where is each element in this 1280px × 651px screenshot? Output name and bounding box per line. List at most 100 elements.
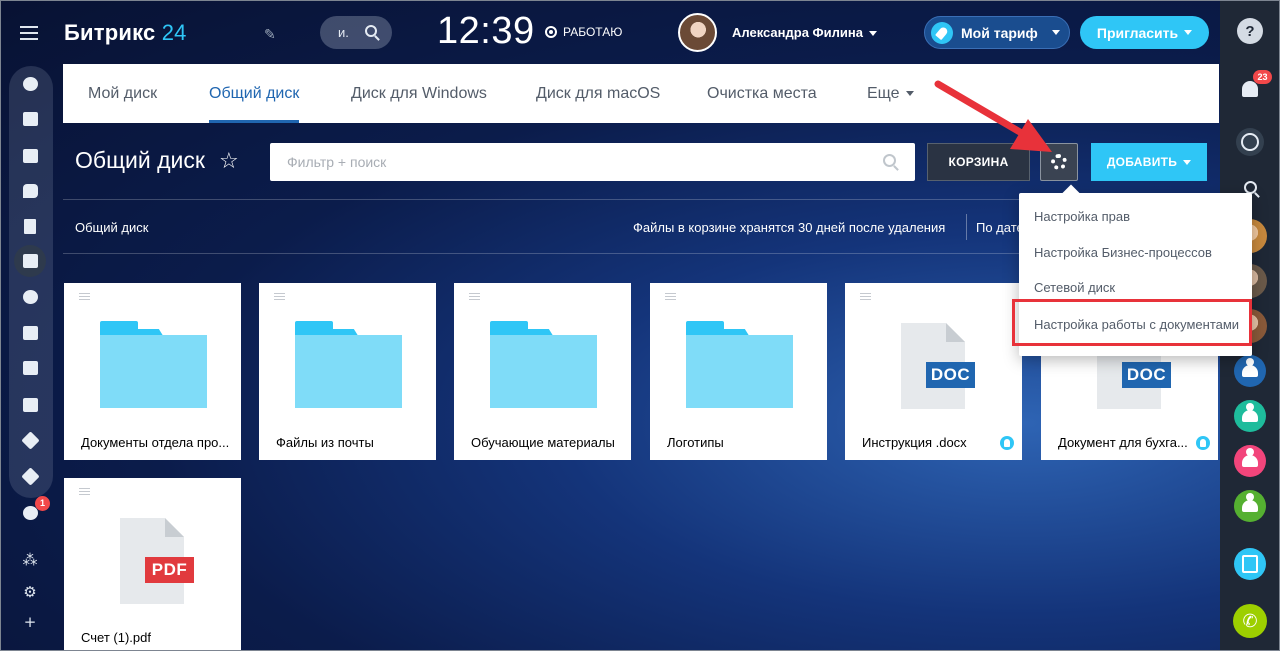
nav-calendar-icon[interactable] <box>19 145 41 167</box>
menu-burger-icon[interactable] <box>20 26 38 40</box>
file-tile[interactable]: Логотипы <box>650 283 827 460</box>
doc-type-badge: DOC <box>926 362 975 388</box>
file-name[interactable]: Инструкция .docx <box>862 435 994 450</box>
filter-search-input[interactable]: Фильтр + поиск <box>270 143 915 181</box>
nav-cube-2-icon[interactable] <box>19 465 41 487</box>
drag-handle-icon[interactable] <box>469 293 480 300</box>
pdf-type-badge: PDF <box>145 557 194 583</box>
nav-sites-icon[interactable] <box>19 322 41 344</box>
tab-more[interactable]: Еще <box>867 64 914 123</box>
trash-button[interactable]: КОРЗИНА <box>927 143 1030 181</box>
nav-market-icon[interactable] <box>19 357 41 379</box>
logo-number: 24 <box>161 20 187 45</box>
clock-time: 12:39 <box>437 10 535 52</box>
nav-chat-icon[interactable] <box>19 180 41 202</box>
menu-item-document-settings[interactable]: Настройка работы с документами <box>1034 317 1239 332</box>
drag-handle-icon[interactable] <box>79 488 90 495</box>
tab-my-disk[interactable]: Мой диск <box>88 64 157 123</box>
invite-label: Пригласить <box>1096 24 1179 41</box>
chevron-down-icon <box>1184 30 1193 35</box>
search-icon <box>365 25 377 37</box>
drag-handle-icon[interactable] <box>860 293 871 300</box>
tab-disk-macos[interactable]: Диск для macOS <box>536 64 660 123</box>
group-chat-icon[interactable] <box>1234 400 1266 432</box>
group-chat-icon[interactable] <box>1234 445 1266 477</box>
copy-icon[interactable] <box>1234 548 1266 580</box>
sort-selector[interactable]: По дате <box>976 220 1024 235</box>
add-button[interactable]: ДОБАВИТЬ <box>1091 143 1207 181</box>
star-icon[interactable]: ☆ <box>219 149 239 174</box>
tariff-button[interactable]: Мой тариф <box>924 16 1070 49</box>
user-menu[interactable]: Александра Филина <box>732 25 877 40</box>
invite-button[interactable]: Пригласить <box>1080 16 1209 49</box>
file-tile[interactable]: Документы отдела про... <box>64 283 241 460</box>
file-name[interactable]: Счет (1).pdf <box>81 630 231 645</box>
tab-disk-windows[interactable]: Диск для Windows <box>351 64 487 123</box>
settings-gear-icon[interactable]: ⚙ <box>23 585 36 600</box>
group-chat-icon[interactable] <box>1234 355 1266 387</box>
nav-contacts-icon[interactable] <box>19 394 41 416</box>
add-icon[interactable]: + <box>24 615 37 630</box>
file-name[interactable]: Обучающие материалы <box>471 435 621 450</box>
filter-placeholder: Фильтр + поиск <box>287 154 387 170</box>
settings-button[interactable] <box>1040 143 1078 181</box>
sitemap-icon[interactable]: ⁂ <box>23 553 38 568</box>
help-icon[interactable]: ? <box>1237 18 1263 44</box>
page-title: Общий диск <box>75 147 205 173</box>
phone-icon[interactable]: ✆ <box>1233 604 1267 638</box>
search-icon[interactable] <box>883 154 896 167</box>
nav-more-icon[interactable]: 1 <box>19 496 50 524</box>
file-name[interactable]: Документ для бухга... <box>1058 435 1190 450</box>
tariff-label: Мой тариф <box>961 24 1038 41</box>
shared-icon <box>1000 436 1014 450</box>
group-chat-icon[interactable] <box>1234 490 1266 522</box>
file-tile[interactable]: Файлы из почты <box>259 283 436 460</box>
nav-docs-icon[interactable] <box>19 215 41 237</box>
chevron-down-icon <box>1183 159 1192 165</box>
rocket-icon <box>931 21 953 44</box>
drag-handle-icon[interactable] <box>79 293 90 300</box>
divider <box>966 214 967 240</box>
menu-item-network-drive[interactable]: Сетевой диск <box>1034 280 1115 295</box>
file-tile[interactable]: PDF Счет (1).pdf <box>64 478 241 651</box>
folder-icon <box>686 321 793 408</box>
add-label: ДОБАВИТЬ <box>1106 155 1178 169</box>
file-tile[interactable]: Обучающие материалы <box>454 283 631 460</box>
tabs-bar: Мой диск Общий диск Диск для Windows Дис… <box>63 64 1219 123</box>
menu-item-business-processes[interactable]: Настройка Бизнес-процессов <box>1034 245 1212 260</box>
tab-cleanup[interactable]: Очистка места <box>707 64 817 123</box>
user-name: Александра Филина <box>732 25 863 40</box>
nav-tasks-icon[interactable] <box>19 108 41 130</box>
user-avatar[interactable] <box>678 13 717 52</box>
drag-handle-icon[interactable] <box>665 293 676 300</box>
chevron-down-icon <box>868 31 877 37</box>
notifications-badge: 23 <box>1253 70 1272 84</box>
header-search[interactable]: и. <box>320 16 392 49</box>
record-icon <box>545 26 557 38</box>
nav-employees-icon[interactable] <box>19 286 41 308</box>
file-tile[interactable]: DOC Инструкция .docx <box>845 283 1022 460</box>
messenger-icon[interactable] <box>1236 128 1264 156</box>
header-search-label: и. <box>338 25 349 40</box>
chevron-down-icon <box>1051 30 1060 35</box>
tab-more-label: Еще <box>867 85 900 102</box>
bell-icon[interactable]: 23 <box>1239 70 1272 100</box>
nav-feed-icon[interactable] <box>19 73 41 95</box>
work-status-label: РАБОТАЮ <box>563 25 623 39</box>
folder-icon <box>295 321 402 408</box>
file-name[interactable]: Логотипы <box>667 435 817 450</box>
file-name[interactable]: Файлы из почты <box>276 435 426 450</box>
nav-cube-icon[interactable] <box>19 429 41 451</box>
menu-item-access-rights[interactable]: Настройка прав <box>1034 209 1130 224</box>
breadcrumb[interactable]: Общий диск <box>75 220 148 235</box>
chevron-down-icon <box>905 91 914 97</box>
app-logo[interactable]: Битрикс 24 <box>64 20 187 46</box>
settings-menu: Настройка прав Настройка Бизнес-процессо… <box>1019 193 1252 356</box>
pencil-icon[interactable]: ✎ <box>264 26 276 43</box>
tab-shared-disk[interactable]: Общий диск <box>209 64 300 123</box>
drag-handle-icon[interactable] <box>274 293 285 300</box>
trash-retention-note: Файлы в корзине хранятся 30 дней после у… <box>633 220 946 235</box>
nav-drive-icon[interactable] <box>14 245 46 277</box>
file-name[interactable]: Документы отдела про... <box>81 435 231 450</box>
work-status[interactable]: РАБОТАЮ <box>545 25 622 39</box>
